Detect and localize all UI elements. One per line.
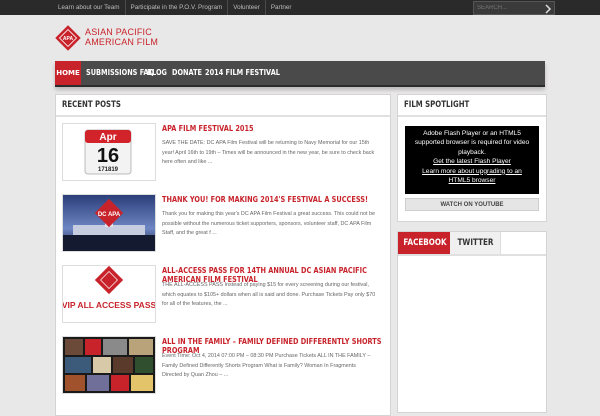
html5-upgrade-link[interactable]: Learn more about upgrading to an xyxy=(405,167,539,176)
tab-twitter[interactable]: TWITTER xyxy=(450,232,501,254)
nav-submissions-faq[interactable]: SUBMISSIONS FAQ xyxy=(86,61,154,85)
collage-image xyxy=(63,337,155,393)
flash-message-line: supported browser is required for video xyxy=(414,139,530,147)
top-link-volunteer[interactable]: Volunteer xyxy=(228,0,266,15)
top-link-partner[interactable]: Partner xyxy=(266,0,297,15)
film-spotlight-title: FILM SPOTLIGHT xyxy=(404,100,470,110)
flash-player-link[interactable]: Get the latest Flash Player xyxy=(405,157,539,166)
search-input[interactable] xyxy=(474,2,546,14)
top-bar: Learn about our Team Participate in the … xyxy=(0,0,600,15)
logo-text-line2: AMERICAN FILM xyxy=(85,37,159,47)
post-thumbnail[interactable] xyxy=(62,336,156,394)
social-tabs: FACEBOOK TWITTER xyxy=(398,232,546,256)
vip-pass-image: VIP ALL ACCESS PASS xyxy=(63,266,155,322)
post-thumbnail[interactable]: Apr 16 171819 xyxy=(62,123,156,181)
tab-facebook[interactable]: FACEBOOK xyxy=(398,232,450,254)
calendar-range: 171819 xyxy=(98,167,119,173)
flash-message-line: Adobe Flash Player or an HTML5 xyxy=(423,130,521,137)
flash-message-line: playback. xyxy=(458,148,486,156)
tab-facebook-label: FACEBOOK xyxy=(403,238,447,248)
social-panel: FACEBOOK TWITTER xyxy=(397,231,547,413)
post-item: ALL IN THE FAMILY – FAMILY DEFINED DIFFE… xyxy=(62,336,384,404)
post-excerpt: THE ALL-ACCESS PASS Instead of paying $1… xyxy=(162,282,376,308)
video-player[interactable]: Adobe Flash Player or an HTML5 supported… xyxy=(405,126,539,194)
site-logo[interactable]: APA ASIAN PACIFIC AMERICAN FILM xyxy=(55,25,195,55)
calendar-day: 16 xyxy=(97,145,119,167)
top-link-team[interactable]: Learn about our Team xyxy=(55,0,126,15)
tab-twitter-label: TWITTER xyxy=(456,238,493,248)
festival-photo-image: DC APA xyxy=(63,195,155,251)
vip-pass-label: VIP ALL ACCESS PASS xyxy=(63,300,155,310)
film-spotlight-header: FILM SPOTLIGHT xyxy=(398,95,546,117)
nav-blog[interactable]: BLOG xyxy=(147,61,167,85)
watch-on-youtube-button[interactable]: WATCH ON YOUTUBE xyxy=(405,198,539,211)
search-button[interactable] xyxy=(542,2,554,14)
search-box xyxy=(473,1,555,15)
logo-diamond-icon: APA xyxy=(55,25,81,51)
post-item: Apr 16 171819 APA FILM FESTIVAL 2015 SAV… xyxy=(62,123,384,191)
main-nav: HOME SUBMISSIONS FAQ BLOG DONATE 2014 FI… xyxy=(55,61,545,87)
nav-home[interactable]: HOME xyxy=(55,61,81,85)
recent-posts-panel: RECENT POSTS Apr 16 171819 APA FILM FEST… xyxy=(55,94,391,416)
post-thumbnail[interactable]: VIP ALL ACCESS PASS xyxy=(62,265,156,323)
post-thumbnail[interactable]: DC APA xyxy=(62,194,156,252)
calendar-icon: Apr 16 171819 xyxy=(63,124,155,180)
chevron-right-icon xyxy=(545,4,552,14)
recent-posts-header: RECENT POSTS xyxy=(56,95,390,117)
post-excerpt: Thank you for making this year's DC APA … xyxy=(162,211,375,237)
post-item: VIP ALL ACCESS PASS ALL-ACCESS PASS FOR … xyxy=(62,265,384,333)
html5-upgrade-link[interactable]: HTML5 browser xyxy=(405,176,539,185)
nav-donate[interactable]: DONATE xyxy=(172,61,202,85)
post-item: DC APA THANK YOU! FOR MAKING 2014'S FEST… xyxy=(62,194,384,262)
film-spotlight-panel: FILM SPOTLIGHT Adobe Flash Player or an … xyxy=(397,94,547,222)
top-links: Learn about our Team Participate in the … xyxy=(55,0,296,15)
logo-text-line1: ASIAN PACIFIC xyxy=(85,27,152,37)
logo-mark-text: APA xyxy=(63,36,74,42)
post-title[interactable]: THANK YOU! FOR MAKING 2014'S FESTIVAL A … xyxy=(162,195,382,204)
festival-photo-label: DC APA xyxy=(98,212,121,218)
top-link-pov-program[interactable]: Participate in the P.O.V. Program xyxy=(126,0,229,15)
post-title[interactable]: APA FILM FESTIVAL 2015 xyxy=(162,124,382,133)
calendar-month: Apr xyxy=(99,132,116,143)
post-excerpt: SAVE THE DATE: DC APA Film Festival will… xyxy=(162,140,375,166)
post-excerpt: Event Time: Oct 4, 2014 07:00 PM – 08:30… xyxy=(162,353,371,379)
recent-posts-title: RECENT POSTS xyxy=(62,100,121,110)
nav-2014-film-festival[interactable]: 2014 FILM FESTIVAL xyxy=(205,61,280,85)
